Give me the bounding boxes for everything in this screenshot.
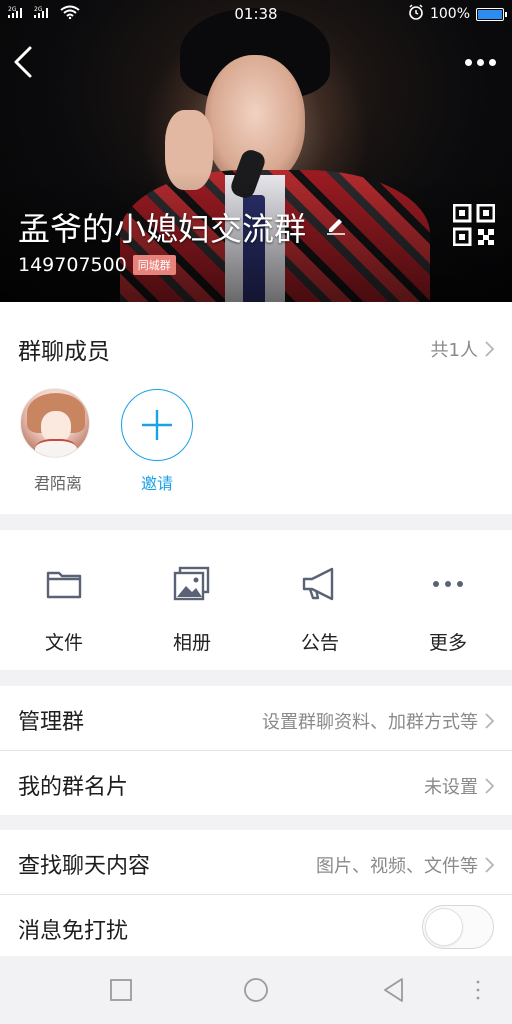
megaphone-icon [302, 567, 334, 601]
members-title: 群聊成员 [18, 339, 110, 365]
system-nav-bar [0, 956, 512, 1024]
more-icon [433, 581, 463, 587]
do-not-disturb-title: 消息免打扰 [18, 919, 129, 944]
more-menu-button[interactable] [460, 52, 500, 72]
my-group-card-title: 我的群名片 [18, 775, 129, 800]
manage-group-value: 设置群聊资料、加群方式等 [262, 712, 478, 733]
members-count-link[interactable]: 共1人 [431, 336, 494, 362]
plus-icon [142, 410, 172, 440]
back-button[interactable] [10, 44, 40, 80]
do-not-disturb-toggle[interactable] [422, 905, 494, 949]
home-button[interactable] [242, 976, 270, 1004]
tool-more-label: 更多 [428, 632, 467, 654]
tool-album-label: 相册 [172, 632, 211, 654]
edit-name-icon[interactable] [324, 212, 348, 236]
member-avatar[interactable] [20, 388, 90, 458]
qr-code-icon[interactable] [452, 203, 496, 247]
group-tools-section: 文件 相册 公告 更多 [0, 530, 512, 670]
chevron-right-icon [485, 778, 494, 794]
tool-album[interactable]: 相册 [128, 530, 256, 670]
recent-apps-button[interactable] [107, 976, 135, 1004]
search-chat-value: 图片、视频、文件等 [316, 856, 478, 877]
alarm-icon [408, 4, 424, 24]
tool-files[interactable]: 文件 [0, 530, 128, 670]
chevron-right-icon [485, 857, 494, 873]
status-bar: 2G 2G 01:38 100% [0, 0, 512, 28]
chevron-right-icon [485, 713, 494, 729]
search-chat-row[interactable]: 查找聊天内容 图片、视频、文件等 [0, 830, 512, 894]
manage-group-title: 管理群 [18, 710, 85, 735]
tool-announcement-label: 公告 [300, 632, 339, 654]
battery-icon [476, 7, 507, 21]
do-not-disturb-row: 消息免打扰 [0, 895, 512, 959]
more-dot-icon [488, 58, 496, 66]
members-count: 共1人 [430, 340, 478, 361]
battery-percent: 100% [429, 6, 470, 22]
manage-group-row[interactable]: 管理群 设置群聊资料、加群方式等 [0, 686, 512, 750]
tool-more[interactable]: 更多 [384, 530, 512, 670]
back-nav-button[interactable] [380, 976, 408, 1004]
group-name: 孟爷的小媳妇交流群 [18, 210, 307, 248]
more-dot-icon [476, 58, 484, 66]
menu-dots-icon[interactable] [464, 976, 492, 1004]
chevron-right-icon [485, 341, 494, 357]
more-dot-icon [464, 58, 472, 66]
search-chat-title: 查找聊天内容 [18, 854, 151, 879]
group-id-row: 149707500 同城群 [18, 254, 176, 276]
back-arrow-icon [14, 46, 32, 78]
group-id: 149707500 [18, 254, 127, 276]
tool-files-label: 文件 [44, 632, 83, 654]
invite-button[interactable] [121, 389, 193, 461]
album-icon [173, 566, 210, 601]
folder-icon [46, 571, 82, 599]
my-group-card-row[interactable]: 我的群名片 未设置 [0, 751, 512, 815]
member-name: 君陌离 [33, 474, 82, 493]
local-group-badge: 同城群 [132, 255, 176, 275]
my-group-card-value: 未设置 [424, 777, 478, 798]
members-section: 群聊成员 共1人 君陌离 邀请 [0, 302, 512, 514]
invite-label: 邀请 [140, 474, 173, 493]
tool-announcement[interactable]: 公告 [256, 530, 384, 670]
